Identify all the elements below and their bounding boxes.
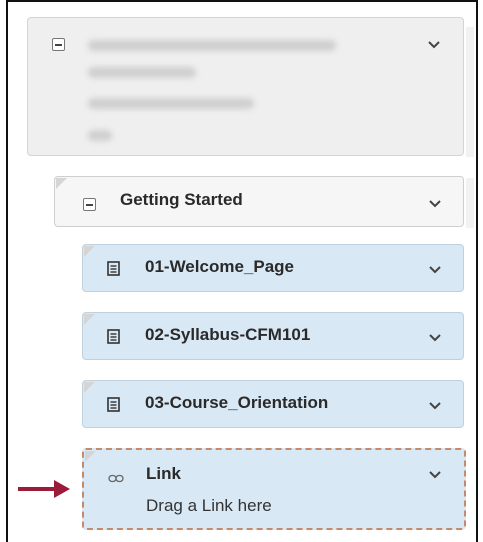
- content-item[interactable]: 03-Course_Orientation: [82, 380, 464, 428]
- item-title[interactable]: 03-Course_Orientation: [145, 393, 328, 413]
- item-title[interactable]: 01-Welcome_Page: [145, 257, 294, 277]
- chevron-down-icon[interactable]: [427, 262, 443, 278]
- item-title[interactable]: 02-Syllabus-CFM101: [145, 325, 310, 345]
- link-title[interactable]: Link: [146, 464, 181, 484]
- chevron-down-icon[interactable]: [427, 398, 443, 414]
- collapse-toggle[interactable]: [83, 198, 96, 211]
- module-card[interactable]: Getting Started: [54, 176, 464, 227]
- chevron-down-icon[interactable]: [427, 196, 443, 212]
- collapse-toggle[interactable]: [52, 38, 65, 51]
- document-icon: [107, 397, 120, 417]
- drag-corner: [56, 178, 67, 189]
- content-item[interactable]: 01-Welcome_Page: [82, 244, 464, 292]
- drag-corner: [84, 314, 95, 325]
- drag-corner: [84, 246, 95, 257]
- link-drop-target[interactable]: Link Drag a Link here: [82, 448, 466, 530]
- chevron-down-icon[interactable]: [427, 330, 443, 346]
- arrow-right-icon: [16, 478, 72, 505]
- document-icon: [107, 261, 120, 281]
- module-title[interactable]: Getting Started: [120, 190, 243, 210]
- course-code: [88, 67, 196, 78]
- course-card[interactable]: [27, 17, 464, 156]
- course-end-date: [88, 98, 254, 109]
- link-icon: [108, 470, 124, 488]
- scroll-rail: [466, 27, 474, 157]
- link-drop-hint: Drag a Link here: [146, 496, 272, 515]
- document-icon: [107, 329, 120, 349]
- chevron-down-icon[interactable]: [427, 467, 443, 483]
- chevron-down-icon[interactable]: [426, 37, 442, 53]
- drag-corner: [84, 382, 95, 393]
- course-name: [88, 40, 336, 51]
- course-term: [88, 130, 112, 141]
- content-item[interactable]: 02-Syllabus-CFM101: [82, 312, 464, 360]
- scroll-rail: [466, 178, 474, 228]
- drag-corner: [85, 451, 96, 462]
